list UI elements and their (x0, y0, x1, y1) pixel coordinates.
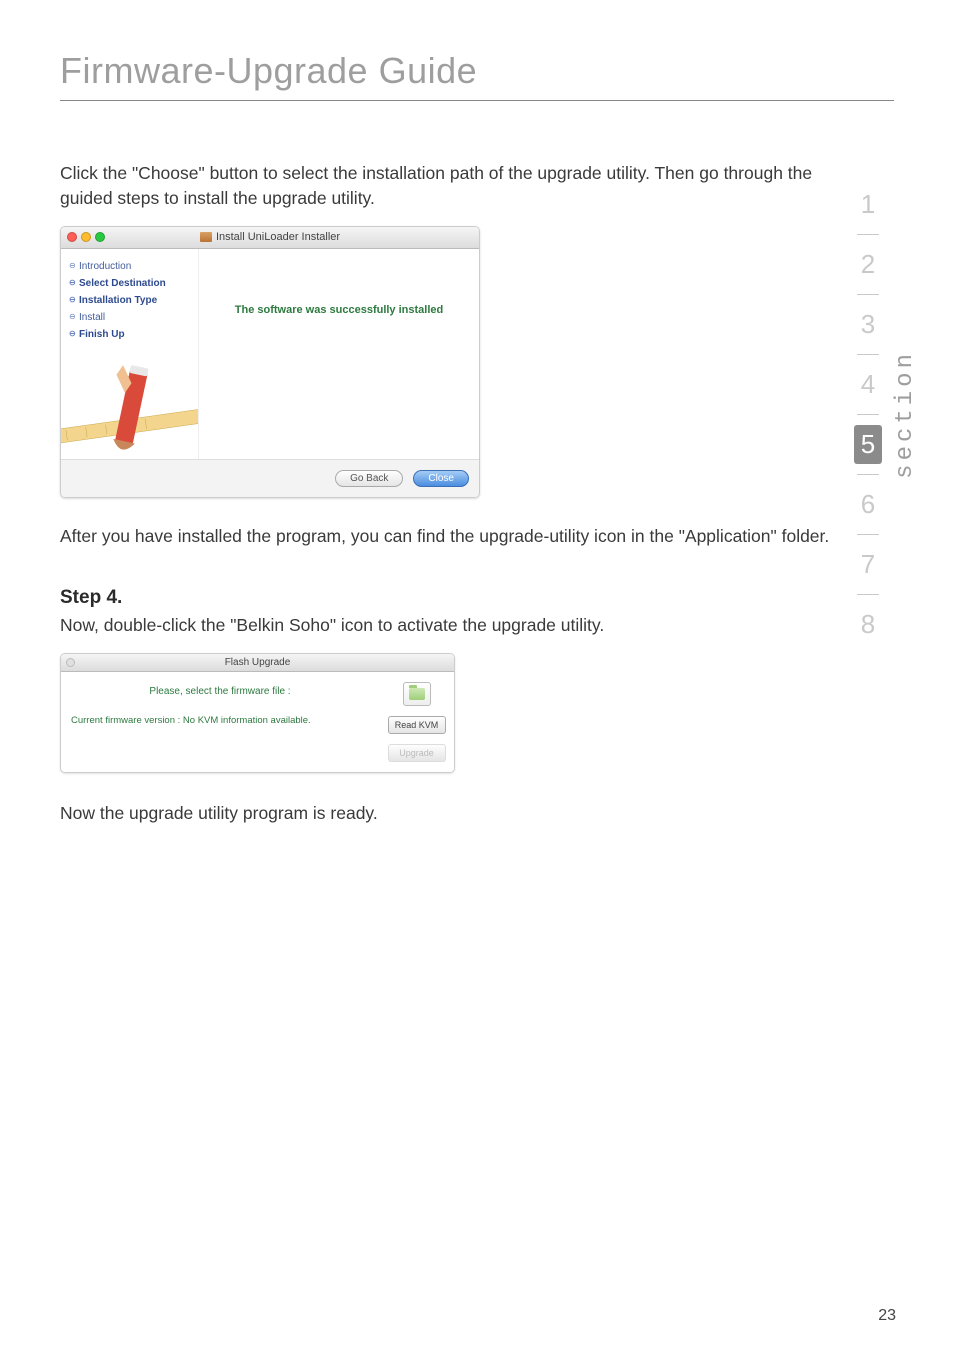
page-title: Firmware-Upgrade Guide (60, 50, 894, 101)
step-installation-type: Installation Type (71, 295, 192, 306)
nav-item-3[interactable]: 3 (854, 295, 882, 354)
installer-main: The software was successfully installed (199, 249, 479, 459)
step4-paragraph: Now, double-click the "Belkin Soho" icon… (60, 613, 850, 638)
intro-paragraph: Click the "Choose" button to select the … (60, 161, 850, 212)
browse-button[interactable] (403, 682, 431, 706)
nav-item-7[interactable]: 7 (854, 535, 882, 594)
step-select-destination: Select Destination (71, 278, 192, 289)
installer-body: Introduction Select Destination Installa… (61, 249, 479, 459)
ready-paragraph: Now the upgrade utility program is ready… (60, 801, 850, 826)
section-nav: 1 2 3 4 5 6 7 8 section (854, 175, 919, 654)
nav-separator (857, 414, 879, 415)
installer-footer: Go Back Close (61, 459, 479, 497)
nav-item-8[interactable]: 8 (854, 595, 882, 654)
step-introduction: Introduction (71, 261, 192, 272)
flash-version-text: Current firmware version : No KVM inform… (71, 715, 369, 726)
close-button[interactable]: Close (413, 470, 469, 487)
read-kvm-button[interactable]: Read KVM (388, 716, 446, 734)
close-icon[interactable] (66, 658, 75, 667)
go-back-button[interactable]: Go Back (335, 470, 403, 487)
nav-item-1[interactable]: 1 (854, 175, 882, 234)
after-install-paragraph: After you have installed the program, yo… (60, 524, 850, 549)
flash-prompt: Please, select the firmware file : (71, 686, 369, 697)
nav-item-5[interactable]: 5 (854, 425, 882, 464)
installer-title-text: Install UniLoader Installer (216, 231, 340, 243)
folder-icon (409, 688, 425, 700)
flash-title-text: Flash Upgrade (225, 657, 291, 668)
flash-titlebar: Flash Upgrade (61, 654, 454, 672)
sidebar-artwork (61, 364, 198, 459)
install-success-message: The software was successfully installed (199, 304, 479, 316)
step-install: Install (71, 312, 192, 323)
upgrade-button[interactable]: Upgrade (388, 744, 446, 762)
section-label: section (892, 350, 919, 479)
flash-right-panel: Read KVM Upgrade (379, 672, 454, 772)
step4-heading: Step 4. (60, 587, 894, 609)
installer-sidebar: Introduction Select Destination Installa… (61, 249, 199, 459)
package-icon (200, 232, 212, 242)
flash-upgrade-window: Flash Upgrade Please, select the firmwar… (60, 653, 455, 773)
page-number: 23 (878, 1307, 896, 1325)
step-finish-up: Finish Up (71, 329, 192, 340)
flash-body: Please, select the firmware file : Curre… (61, 672, 454, 772)
nav-numbers: 1 2 3 4 5 6 7 8 (854, 175, 882, 654)
nav-item-4[interactable]: 4 (854, 355, 882, 414)
nav-item-6[interactable]: 6 (854, 475, 882, 534)
installer-window: Install UniLoader Installer Introduction… (60, 226, 480, 498)
nav-item-2[interactable]: 2 (854, 235, 882, 294)
installer-title: Install UniLoader Installer (61, 231, 479, 243)
installer-titlebar: Install UniLoader Installer (61, 227, 479, 249)
flash-left-panel: Please, select the firmware file : Curre… (61, 672, 379, 772)
